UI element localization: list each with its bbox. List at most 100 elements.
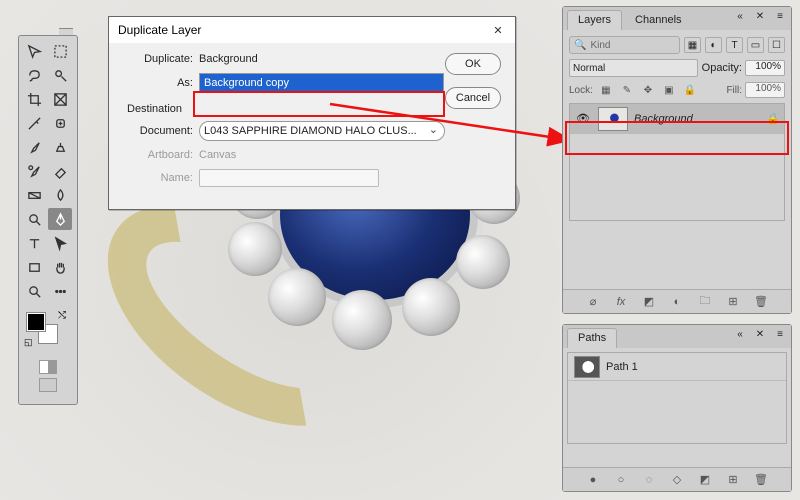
fill-path-icon[interactable]: ● — [585, 472, 601, 488]
ok-button[interactable]: OK — [445, 53, 501, 75]
close-panel-icon[interactable]: ✕ — [753, 328, 767, 340]
brush-tool[interactable] — [22, 136, 46, 158]
filter-smart-icon[interactable]: ☐ — [768, 37, 785, 53]
layer-mask-icon[interactable]: ◩ — [641, 294, 657, 310]
dialog-titlebar[interactable]: Duplicate Layer ✕ — [109, 17, 515, 43]
path-mask-icon[interactable]: ◩ — [697, 472, 713, 488]
move-tool[interactable] — [22, 40, 46, 62]
new-layer-icon[interactable]: ⊞ — [725, 294, 741, 310]
stroke-path-icon[interactable]: ○ — [613, 472, 629, 488]
layers-panel: Layers Channels « ✕ ≡ 🔍 Kind ▦ ◐ T ▭ ☐ N… — [562, 6, 792, 314]
path-thumbnail[interactable] — [574, 356, 600, 378]
layer-filter-kind[interactable]: 🔍 Kind — [569, 36, 680, 54]
lasso-tool[interactable] — [22, 64, 46, 86]
document-select-value: L043 SAPPHIRE DIAMOND HALO CLUS... — [204, 125, 417, 137]
document-select[interactable]: L043 SAPPHIRE DIAMOND HALO CLUS... — [199, 121, 445, 141]
blur-tool[interactable] — [48, 184, 72, 206]
panel-menu-icon[interactable]: ≡ — [773, 10, 787, 22]
frame-tool[interactable] — [48, 88, 72, 110]
spot-heal-tool[interactable] — [48, 112, 72, 134]
name-input — [199, 169, 379, 187]
new-path-icon[interactable]: ⊞ — [725, 472, 741, 488]
group-icon[interactable]: 🗀 — [697, 294, 713, 310]
path-item[interactable]: Path 1 — [568, 353, 786, 381]
zoom-tool[interactable] — [22, 280, 46, 302]
halo-diamond — [268, 268, 326, 326]
delete-path-icon[interactable]: 🗑 — [753, 472, 769, 488]
close-panel-icon[interactable]: ✕ — [753, 10, 767, 22]
close-icon[interactable]: ✕ — [490, 22, 506, 38]
lock-position-icon[interactable]: ✥ — [641, 83, 655, 97]
opacity-label: Opacity: — [702, 62, 742, 74]
collapse-icon[interactable]: « — [733, 328, 747, 340]
color-swatches[interactable]: ⤭ ◱ — [24, 310, 72, 350]
quick-select-tool[interactable] — [48, 64, 72, 86]
cancel-button[interactable]: Cancel — [445, 87, 501, 109]
duplicate-layer-dialog: Duplicate Layer ✕ Duplicate: Background … — [108, 16, 516, 210]
lock-label: Lock: — [569, 85, 593, 96]
filter-type-icon[interactable]: T — [726, 37, 743, 53]
layer-thumbnail[interactable] — [598, 107, 628, 131]
clone-stamp-tool[interactable] — [48, 136, 72, 158]
layer-fx-icon[interactable]: fx — [613, 294, 629, 310]
path-to-selection-icon[interactable]: ◌ — [641, 472, 657, 488]
visibility-icon[interactable]: 👁 — [574, 110, 592, 128]
path-select-tool[interactable] — [48, 232, 72, 254]
adjustment-layer-icon[interactable]: ◐ — [669, 294, 685, 310]
type-tool[interactable] — [22, 232, 46, 254]
paths-panel: Paths « ✕ ≡ Path 1 ● ○ ◌ ◇ ◩ ⊞ 🗑 — [562, 324, 792, 492]
default-colors-icon[interactable]: ◱ — [24, 337, 33, 348]
crop-tool[interactable] — [22, 88, 46, 110]
history-brush-tool[interactable] — [22, 160, 46, 182]
fill-field[interactable]: 100% — [745, 82, 785, 98]
lock-icon[interactable]: 🔒 — [766, 112, 780, 126]
pen-tool[interactable] — [48, 208, 72, 230]
fill-label: Fill: — [726, 85, 742, 96]
collapse-icon[interactable]: « — [733, 10, 747, 22]
halo-diamond — [402, 278, 460, 336]
filter-pixel-icon[interactable]: ▦ — [684, 37, 701, 53]
layer-item-background[interactable]: 👁 Background 🔒 — [570, 104, 784, 134]
hand-tool[interactable] — [48, 256, 72, 278]
delete-layer-icon[interactable]: 🗑 — [753, 294, 769, 310]
layers-footer: ⌀ fx ◩ ◐ 🗀 ⊞ 🗑 — [563, 289, 791, 313]
marquee-tool[interactable] — [48, 40, 72, 62]
dodge-tool[interactable] — [22, 208, 46, 230]
eyedropper-tool[interactable] — [22, 112, 46, 134]
layer-list: 👁 Background 🔒 — [569, 103, 785, 221]
as-input[interactable] — [199, 73, 444, 93]
lock-transparent-icon[interactable]: ▦ — [599, 83, 613, 97]
filter-shape-icon[interactable]: ▭ — [747, 37, 764, 53]
foreground-color-swatch[interactable] — [26, 312, 46, 332]
artboard-value: Canvas — [199, 149, 503, 161]
lock-image-icon[interactable]: ✎ — [620, 83, 634, 97]
edit-toolbar[interactable] — [48, 280, 72, 302]
tab-layers[interactable]: Layers — [567, 10, 622, 30]
opacity-field[interactable]: 100% — [745, 60, 785, 76]
quickmask-toggle[interactable] — [39, 360, 57, 374]
search-icon: 🔍 — [574, 40, 586, 51]
swap-colors-icon[interactable]: ⤭ — [58, 310, 66, 321]
blend-mode-select[interactable]: Normal — [569, 59, 698, 77]
eraser-tool[interactable] — [48, 160, 72, 182]
rectangle-tool[interactable] — [22, 256, 46, 278]
halo-diamond — [456, 235, 510, 289]
gradient-tool[interactable] — [22, 184, 46, 206]
artboard-label: Artboard: — [121, 149, 199, 161]
filter-adjust-icon[interactable]: ◐ — [705, 37, 722, 53]
panel-menu-icon[interactable]: ≡ — [773, 328, 787, 340]
lock-nested-icon[interactable]: ▣ — [662, 83, 676, 97]
paths-footer: ● ○ ◌ ◇ ◩ ⊞ 🗑 — [563, 467, 791, 491]
lock-all-icon[interactable]: 🔒 — [683, 83, 697, 97]
link-layers-icon[interactable]: ⌀ — [585, 294, 601, 310]
name-label: Name: — [121, 172, 199, 184]
screen-mode-row — [22, 360, 74, 374]
document-label: Document: — [121, 125, 199, 137]
tab-channels[interactable]: Channels — [624, 10, 692, 30]
dialog-title: Duplicate Layer — [118, 23, 201, 37]
tab-paths[interactable]: Paths — [567, 328, 617, 348]
path-name-label[interactable]: Path 1 — [606, 361, 638, 373]
screen-mode-toggle[interactable] — [39, 378, 57, 392]
layer-name-label[interactable]: Background — [634, 113, 760, 125]
selection-to-path-icon[interactable]: ◇ — [669, 472, 685, 488]
